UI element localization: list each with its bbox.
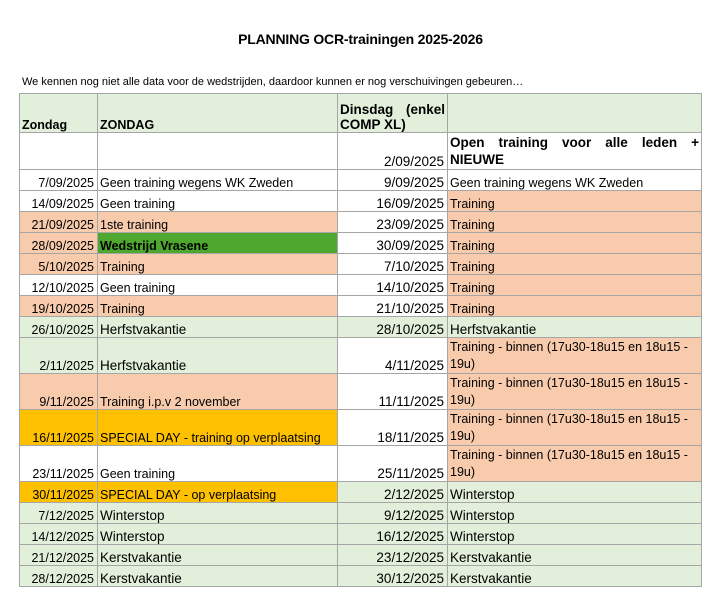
sunday-activity: Geen training — [97, 190, 338, 212]
tuesday-activity: Kerstvakantie — [447, 544, 702, 566]
sunday-date: 21/09/2025 — [19, 211, 98, 233]
sunday-date: 12/10/2025 — [19, 274, 98, 296]
tuesday-activity: Training - binnen (17u30-18u15 en 18u15 … — [447, 337, 702, 374]
tuesday-date: 14/10/2025 — [337, 274, 448, 296]
table-row: 12/10/2025 Geen training 14/10/2025 Trai… — [19, 274, 702, 296]
tuesday-date: 11/11/2025 — [337, 373, 448, 410]
document-title: PLANNING OCR-trainingen 2025-2026 — [238, 31, 483, 47]
table-row: 21/12/2025 Kerstvakantie 23/12/2025 Kers… — [19, 544, 702, 566]
table-row: 9/11/2025 Training i.p.v 2 november 11/1… — [19, 373, 702, 410]
tuesday-activity: Training — [447, 274, 702, 296]
sunday-activity: Wedstrijd Vrasene — [97, 232, 338, 254]
tuesday-activity: Winterstop — [447, 481, 702, 503]
table-row: 14/09/2025 Geen training 16/09/2025 Trai… — [19, 190, 702, 212]
tuesday-activity: Geen training wegens WK Zweden — [447, 169, 702, 191]
tuesday-activity: Winterstop — [447, 523, 702, 545]
tuesday-date: 16/09/2025 — [337, 190, 448, 212]
tuesday-date: 30/09/2025 — [337, 232, 448, 254]
table-row: 5/10/2025 Training 7/10/2025 Training — [19, 253, 702, 275]
tuesday-date: 28/10/2025 — [337, 316, 448, 338]
tuesday-activity: Training - binnen (17u30-18u15 en 18u15 … — [447, 409, 702, 446]
sunday-activity: SPECIAL DAY - training op verplaatsing — [97, 409, 338, 446]
sunday-date: 19/10/2025 — [19, 295, 98, 317]
header-zondag-date: Zondag — [19, 93, 98, 133]
tuesday-activity: Training — [447, 211, 702, 233]
sunday-date: 16/11/2025 — [19, 409, 98, 446]
sunday-date: 7/09/2025 — [19, 169, 98, 191]
sunday-date: 30/11/2025 — [19, 481, 98, 503]
tuesday-date: 23/09/2025 — [337, 211, 448, 233]
sunday-date: 21/12/2025 — [19, 544, 98, 566]
table-row: 19/10/2025 Training 21/10/2025 Training — [19, 295, 702, 317]
header-zondag: ZONDAG — [97, 93, 338, 133]
sunday-activity: Herfstvakantie — [97, 316, 338, 338]
tuesday-date: 7/10/2025 — [337, 253, 448, 275]
tuesday-date: 30/12/2025 — [337, 565, 448, 587]
sunday-activity: Herfstvakantie — [97, 337, 338, 374]
sunday-date: 26/10/2025 — [19, 316, 98, 338]
table-row: 26/10/2025 Herfstvakantie 28/10/2025 Her… — [19, 316, 702, 338]
sunday-activity: Training — [97, 253, 338, 275]
sunday-date: 2/11/2025 — [19, 337, 98, 374]
sunday-activity: Geen training — [97, 445, 338, 482]
sunday-date: 14/12/2025 — [19, 523, 98, 545]
sunday-date: 28/09/2025 — [19, 232, 98, 254]
sunday-activity: Kerstvakantie — [97, 544, 338, 566]
sunday-activity: Winterstop — [97, 523, 338, 545]
sunday-date: 5/10/2025 — [19, 253, 98, 275]
table-row: 2/09/2025 Open training voor alle leden … — [19, 132, 702, 170]
tuesday-date: 2/09/2025 — [337, 132, 448, 170]
table-row: 28/09/2025 Wedstrijd Vrasene 30/09/2025 … — [19, 232, 702, 254]
header-empty — [447, 93, 702, 133]
sunday-activity: Geen training wegens WK Zweden — [97, 169, 338, 191]
tuesday-activity: Training — [447, 232, 702, 254]
table-row: 16/11/2025 SPECIAL DAY - training op ver… — [19, 409, 702, 446]
tuesday-date: 25/11/2025 — [337, 445, 448, 482]
tuesday-activity: Training - binnen (17u30-18u15 en 18u15 … — [447, 373, 702, 410]
sunday-activity: Geen training — [97, 274, 338, 296]
sunday-activity: Training i.p.v 2 november — [97, 373, 338, 410]
table-row: 7/12/2025 Winterstop 9/12/2025 Wintersto… — [19, 502, 702, 524]
planning-note: We kennen nog niet alle data voor de wed… — [22, 76, 524, 88]
table-row: 14/12/2025 Winterstop 16/12/2025 Winters… — [19, 523, 702, 545]
tuesday-date: 21/10/2025 — [337, 295, 448, 317]
header-row: Zondag ZONDAG Dinsdag (enkel COMP XL) — [19, 93, 702, 133]
table-row: 7/09/2025 Geen training wegens WK Zweden… — [19, 169, 702, 191]
tuesday-activity: Training — [447, 295, 702, 317]
tuesday-date: 4/11/2025 — [337, 337, 448, 374]
table-row: 21/09/2025 1ste training 23/09/2025 Trai… — [19, 211, 702, 233]
planning-table: Zondag ZONDAG Dinsdag (enkel COMP XL) 2/… — [19, 93, 702, 587]
sunday-activity: Kerstvakantie — [97, 565, 338, 587]
tuesday-activity: Training - binnen (17u30-18u15 en 18u15 … — [447, 445, 702, 482]
table-row: 30/11/2025 SPECIAL DAY - op verplaatsing… — [19, 481, 702, 503]
header-dinsdag: Dinsdag (enkel COMP XL) — [337, 93, 448, 133]
tuesday-activity: Winterstop — [447, 502, 702, 524]
sunday-date: 14/09/2025 — [19, 190, 98, 212]
tuesday-date: 9/12/2025 — [337, 502, 448, 524]
tuesday-date: 18/11/2025 — [337, 409, 448, 446]
tuesday-activity: Open training voor alle leden + NIEUWE — [447, 132, 702, 170]
sunday-activity: Training — [97, 295, 338, 317]
sunday-date: 7/12/2025 — [19, 502, 98, 524]
sunday-activity: Winterstop — [97, 502, 338, 524]
sunday-activity: SPECIAL DAY - op verplaatsing — [97, 481, 338, 503]
table-row: 28/12/2025 Kerstvakantie 30/12/2025 Kers… — [19, 565, 702, 587]
tuesday-activity: Kerstvakantie — [447, 565, 702, 587]
sunday-date: 9/11/2025 — [19, 373, 98, 410]
tuesday-date: 2/12/2025 — [337, 481, 448, 503]
tuesday-date: 16/12/2025 — [337, 523, 448, 545]
sunday-date: 28/12/2025 — [19, 565, 98, 587]
sunday-activity: 1ste training — [97, 211, 338, 233]
table-row: 23/11/2025 Geen training 25/11/2025 Trai… — [19, 445, 702, 482]
sunday-date — [19, 132, 98, 170]
tuesday-activity: Training — [447, 253, 702, 275]
table-row: 2/11/2025 Herfstvakantie 4/11/2025 Train… — [19, 337, 702, 374]
tuesday-activity: Herfstvakantie — [447, 316, 702, 338]
sunday-date: 23/11/2025 — [19, 445, 98, 482]
tuesday-date: 9/09/2025 — [337, 169, 448, 191]
tuesday-activity: Training — [447, 190, 702, 212]
sunday-activity — [97, 132, 338, 170]
tuesday-date: 23/12/2025 — [337, 544, 448, 566]
